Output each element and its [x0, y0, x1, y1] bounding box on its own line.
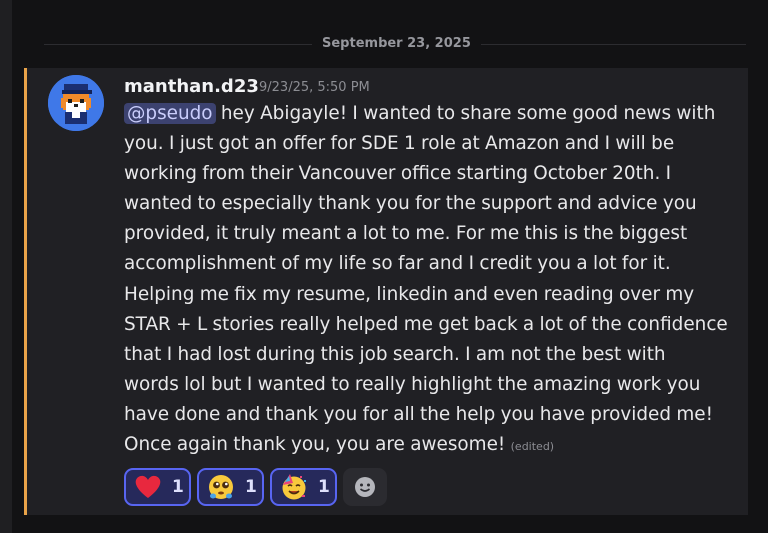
date-divider-label: September 23, 2025: [312, 34, 481, 54]
user-mention[interactable]: @pseudo: [124, 103, 216, 124]
reaction-pleading-face[interactable]: 1: [197, 468, 264, 506]
message-line: STAR + L stories really helped me get ba…: [124, 313, 728, 335]
reaction-heart[interactable]: 1: [124, 468, 191, 506]
reaction-count: 1: [318, 477, 330, 497]
message-line: provided, it truly meant a lot to me. Fo…: [124, 223, 688, 245]
message-line: Helping me fix my resume, linkedin and e…: [124, 283, 695, 305]
pleading-face-icon: [209, 475, 233, 499]
reaction-partying-face[interactable]: 1: [270, 468, 337, 506]
chat-message: manthan.d23 9/23/25, 5:50 PM @pseudo hey…: [24, 68, 748, 515]
message-line: @pseudo hey Abigayle! I wanted to share …: [124, 99, 739, 129]
message-line: wanted to especially thank you for the s…: [124, 193, 697, 215]
message-line: working from their Vancouver office star…: [124, 163, 672, 185]
reactions-bar: 1 1 1: [124, 468, 387, 506]
left-edge-strip: [0, 0, 12, 533]
message-line-text: Once again thank you, you are awesome!: [124, 434, 511, 456]
message-timestamp: 9/23/25, 5:50 PM: [259, 80, 370, 95]
message-line: you. I just got an offer for SDE 1 role …: [124, 133, 675, 155]
message-content: @pseudo hey Abigayle! I wanted to share …: [124, 99, 739, 462]
message-line: accomplishment of my life so far and I c…: [124, 253, 671, 275]
heart-icon: [135, 475, 161, 498]
smiley-add-reaction-icon: [355, 477, 375, 497]
edited-indicator: (edited): [510, 440, 555, 454]
user-avatar[interactable]: [48, 75, 104, 131]
add-reaction-button[interactable]: [343, 468, 387, 506]
reaction-count: 1: [245, 477, 257, 497]
message-line: words lol but I wanted to really highlig…: [124, 373, 701, 395]
message-line-text: hey Abigayle! I wanted to share some goo…: [215, 103, 716, 124]
message-line: that I had lost during this job search. …: [124, 343, 666, 365]
message-username[interactable]: manthan.d23: [124, 74, 259, 100]
partying-face-icon: [282, 474, 306, 500]
message-line: Once again thank you, you are awesome! (…: [124, 430, 739, 462]
reaction-count: 1: [172, 477, 184, 497]
message-line: have done and thank you for all the help…: [124, 403, 713, 425]
shiba-avatar-icon: [48, 75, 104, 131]
